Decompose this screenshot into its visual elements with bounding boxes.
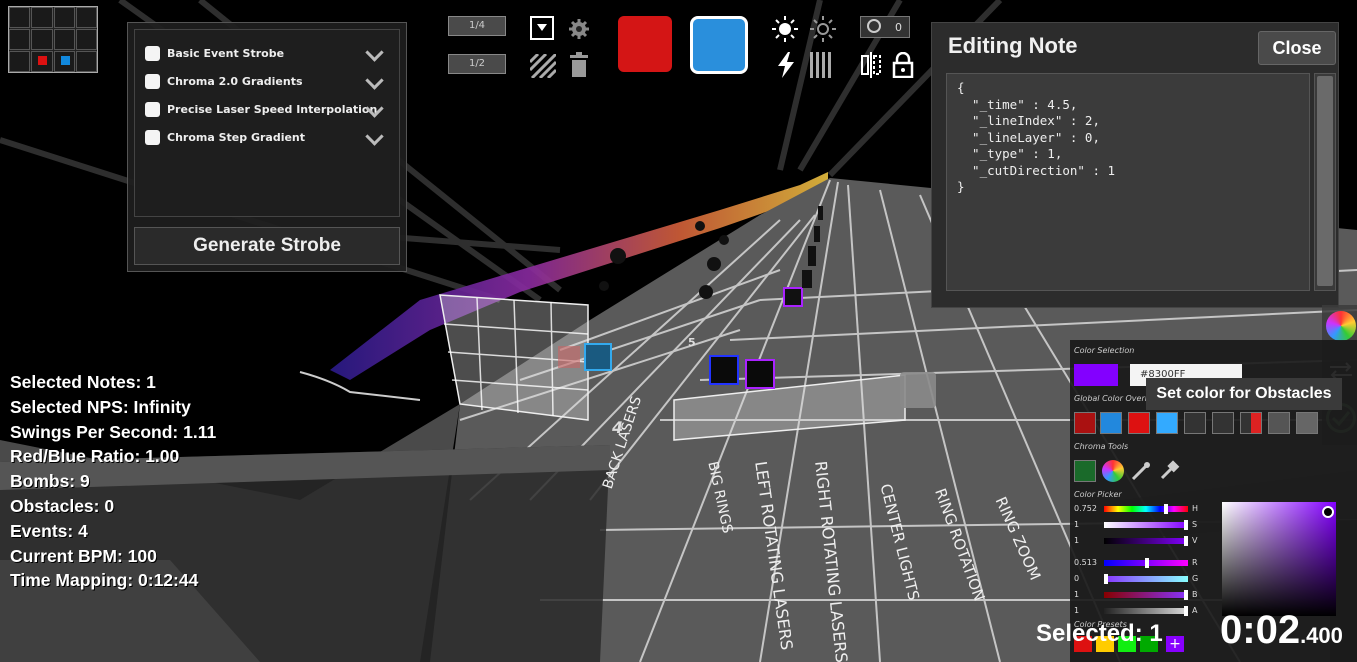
checkbox[interactable] [145,73,160,89]
purple-note[interactable] [745,359,775,389]
gear-icon[interactable] [568,18,590,40]
add-preset-icon[interactable]: + [1166,636,1184,652]
override-obstacle[interactable] [1240,412,1262,434]
stat-current-bpm: Current BPM: 100 [10,545,157,566]
stat-swings-per-second: Swings Per Second: 1.11 [10,421,217,442]
override-blue-boost-icon[interactable] [1212,412,1234,434]
note-json-editor[interactable]: { "_time" : 4.5, "_lineIndex" : 2, "_lin… [946,73,1310,291]
sun-icon[interactable] [772,16,798,42]
precision-input-top[interactable]: 1/4 [448,16,506,36]
playback-speed-field[interactable]: 0 [860,16,910,38]
color-picker-label: Color Picker [1074,490,1122,499]
slider-saturation[interactable]: 1 S [1074,520,1197,532]
paint-note-icon[interactable] [1074,460,1096,482]
saturation-value-picker[interactable] [1222,502,1336,616]
override-red-note[interactable] [1074,412,1096,434]
strobe-option-laser-speed[interactable]: Precise Laser Speed Interpolation [145,98,395,120]
sun-outline-icon[interactable] [810,16,836,42]
checkbox[interactable] [145,101,160,117]
override-blue-note[interactable] [1100,412,1122,434]
picker-handle[interactable] [1322,506,1334,518]
bars-icon[interactable] [810,52,834,78]
generate-strobe-button[interactable]: Generate Strobe [134,227,400,265]
strobe-option-label: Chroma Step Gradient [167,130,306,144]
map-stats: Selected Notes: 1 Selected NPS: Infinity… [10,370,216,593]
speedometer-icon [867,19,881,33]
chevron-down-icon[interactable] [365,127,384,146]
stat-events: Events: 4 [10,520,88,541]
obstacle-color-tooltip: Set color for Obstacles [1146,378,1342,410]
timer-main: 0:02 [1220,608,1301,652]
stat-bombs: Bombs: 9 [10,471,90,492]
override-blue-light[interactable] [1156,412,1178,434]
hammer-icon[interactable] [1158,460,1180,482]
lock-icon[interactable] [892,51,914,79]
selected-count: Selected: 1 [1036,620,1163,647]
lane-number-5: 5 [688,336,696,349]
stat-red-blue-ratio: Red/Blue Ratio: 1.00 [10,446,180,467]
slider-green[interactable]: 0 G [1074,574,1198,586]
minimap-red-note [31,51,53,72]
stat-time-mapping: Time Mapping: 0:12:44 [10,570,199,591]
strobe-option-step-gradient[interactable]: Chroma Step Gradient [145,126,395,148]
color-selection-label: Color Selection [1074,346,1135,355]
slider-hue[interactable]: 0.752 H [1074,504,1198,516]
song-timer: 0:02.400 [1220,608,1343,653]
chroma-tools-label: Chroma Tools [1074,442,1129,451]
minimap-blue-note [53,51,75,72]
override-reset[interactable] [1296,412,1318,434]
red-note-ghost [558,346,580,368]
strobe-option-chroma-gradients[interactable]: Chroma 2.0 Gradients [145,70,395,92]
slider-blue[interactable]: 1 B [1074,590,1198,602]
selected-color-swatch[interactable] [1074,364,1118,386]
eyedropper-icon[interactable] [1130,460,1152,482]
stat-obstacles: Obstacles: 0 [10,495,115,516]
lightning-icon[interactable] [776,52,796,78]
strobe-option-label: Precise Laser Speed Interpolation [167,102,378,116]
json-scrollbar[interactable] [1314,73,1336,291]
left-note-color-button[interactable] [618,16,672,72]
speed-value: 0 [895,21,902,34]
close-button[interactable]: Close [1258,31,1336,65]
strobe-option-label: Basic Event Strobe [167,46,285,60]
strobe-generator-panel: Basic Event Strobe Chroma 2.0 Gradients … [127,22,407,272]
slider-alpha[interactable]: 1 A [1074,606,1197,618]
timer-fraction: .400 [1300,623,1343,648]
slider-value[interactable]: 1 V [1074,536,1197,548]
slider-red[interactable]: 0.513 R [1074,558,1198,570]
chevron-down-icon[interactable] [365,43,384,62]
hatch-pattern-icon[interactable] [528,52,558,80]
note-grid-minimap [8,6,98,73]
stat-selected-notes: Selected Notes: 1 [10,372,156,392]
override-red-light[interactable] [1128,412,1150,434]
strobe-options-list: Basic Event Strobe Chroma 2.0 Gradients … [134,29,400,217]
chevron-down-icon[interactable] [365,71,384,90]
checkbox[interactable] [145,129,160,145]
dropdown-arrow-icon[interactable] [530,16,554,40]
editing-note-panel: Editing Note Close { "_time" : 4.5, "_li… [931,22,1339,308]
right-note-color-button[interactable] [690,16,748,74]
override-bomb[interactable] [1268,412,1290,434]
strobe-option-label: Chroma 2.0 Gradients [167,74,303,88]
trash-icon[interactable] [568,52,590,78]
precision-input-bottom[interactable]: 1/2 [448,54,506,74]
override-red-boost-icon[interactable] [1184,412,1206,434]
stat-selected-nps: Selected NPS: Infinity [10,396,191,417]
color-wheel-icon[interactable] [1102,460,1124,482]
scroll-thumb[interactable] [1317,76,1333,286]
strobe-option-basic[interactable]: Basic Event Strobe [145,42,395,64]
panel-title: Editing Note [948,33,1078,58]
blue-note-selected[interactable] [584,343,612,371]
blue-note[interactable] [709,355,739,385]
chroma-wheel-icon[interactable] [1326,311,1356,341]
mirror-icon[interactable] [860,52,882,78]
checkbox[interactable] [145,45,160,61]
